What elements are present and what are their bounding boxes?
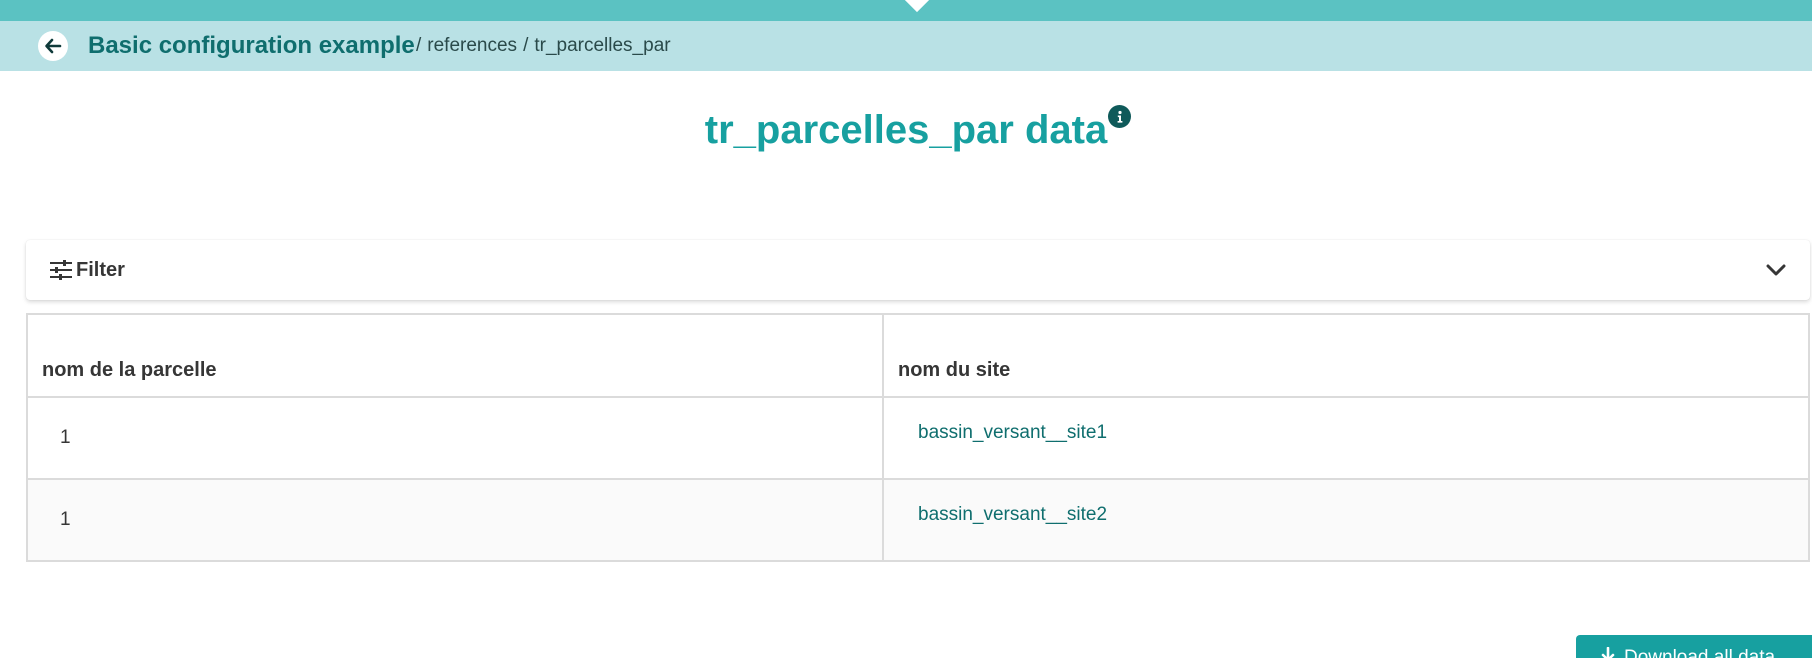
sliders-icon bbox=[50, 260, 72, 280]
info-glyph-icon bbox=[1117, 110, 1122, 123]
breadcrumb-separator: / bbox=[416, 35, 422, 56]
download-all-data-button[interactable]: Download all data bbox=[1576, 635, 1812, 658]
download-icon bbox=[1601, 647, 1615, 658]
breadcrumb-trail: / references / tr_parcelles_par bbox=[416, 35, 677, 57]
filter-label: Filter bbox=[76, 259, 125, 281]
menu-notch-icon[interactable] bbox=[902, 0, 932, 13]
column-header-parcelle[interactable]: nom de la parcelle bbox=[26, 313, 884, 398]
breadcrumb: Basic configuration example / references /… bbox=[0, 21, 1812, 71]
site-link[interactable]: bassin_versant__site1 bbox=[918, 422, 1107, 443]
page-title: tr_parcelles_par data bbox=[704, 108, 1108, 152]
cell-parcelle: 1 bbox=[26, 478, 884, 562]
cell-site: bassin_versant__site2 bbox=[882, 478, 1810, 562]
info-icon[interactable] bbox=[1108, 105, 1131, 128]
top-nav-bar bbox=[0, 0, 1812, 21]
breadcrumb-item-references[interactable]: references bbox=[427, 35, 517, 56]
back-button[interactable] bbox=[38, 31, 68, 61]
site-link[interactable]: bassin_versant__site2 bbox=[918, 504, 1107, 525]
download-label: Download all data bbox=[1624, 647, 1776, 658]
arrow-left-icon bbox=[45, 38, 62, 54]
breadcrumb-item-current: tr_parcelles_par bbox=[534, 35, 671, 56]
filter-panel-toggle[interactable]: Filter bbox=[26, 240, 1810, 300]
breadcrumb-home-link[interactable]: Basic configuration example bbox=[88, 32, 415, 60]
cell-site: bassin_versant__site1 bbox=[882, 396, 1810, 480]
breadcrumb-separator: / bbox=[523, 35, 529, 56]
page-title-container: tr_parcelles_par data bbox=[0, 108, 1812, 153]
table-header-row: nom de la parcelle nom du site bbox=[26, 313, 1810, 398]
table-row: 1 bassin_versant__site2 bbox=[26, 478, 1810, 562]
column-header-site[interactable]: nom du site bbox=[882, 313, 1810, 398]
table-row: 1 bassin_versant__site1 bbox=[26, 396, 1810, 480]
data-table: nom de la parcelle nom du site 1 bassin_… bbox=[26, 313, 1810, 562]
cell-parcelle: 1 bbox=[26, 396, 884, 480]
chevron-down-icon[interactable] bbox=[1764, 258, 1788, 282]
